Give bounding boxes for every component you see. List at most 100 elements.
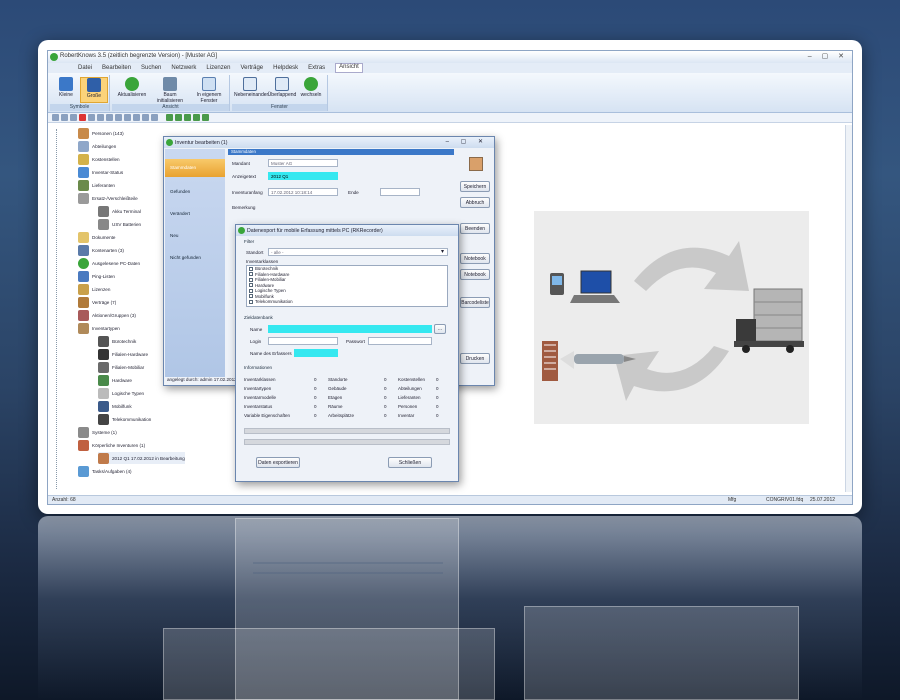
nav-neu[interactable]: Neu (165, 227, 225, 245)
tree-item-abteilungen[interactable]: Abteilungen (78, 140, 116, 152)
barcodeliste-button[interactable]: Barcodeliste (460, 297, 490, 308)
tree-item-ping-listen[interactable]: Ping-Listen (78, 270, 115, 282)
menu-suchen[interactable]: Suchen (141, 65, 161, 73)
tree-item-buerotechnik[interactable]: Bürotechnik (98, 335, 136, 347)
tree-item-usv-batterien[interactable]: USV Batterien (98, 218, 141, 230)
edit-icon[interactable] (70, 114, 77, 121)
checkbox[interactable] (249, 294, 253, 299)
dialog-window-controls[interactable]: – ▢ ✕ (446, 138, 488, 145)
export-button[interactable]: Daten exportieren (256, 457, 300, 468)
copy-icon[interactable] (88, 114, 95, 121)
new-icon[interactable] (52, 114, 59, 121)
abbruch-button[interactable]: Abbruch (460, 197, 490, 208)
erfasser-field[interactable] (294, 349, 338, 357)
tree-item-vertraege[interactable]: Verträge (7) (78, 296, 116, 308)
login-field[interactable] (268, 337, 338, 345)
mandant-field[interactable]: Muster AG (268, 159, 338, 167)
drucken-button[interactable]: Drucken (460, 353, 490, 364)
tree-item-kostenstellen[interactable]: Kostenstellen (78, 153, 120, 165)
tree-item-inventar-status[interactable]: Inventar-Status (78, 166, 123, 178)
checkbox[interactable] (249, 299, 253, 304)
nebeneinander-button[interactable]: Nebeneinander (234, 77, 268, 103)
menu-netzwerk[interactable]: Netzwerk (171, 65, 196, 73)
browse-button[interactable]: ... (434, 324, 446, 334)
search-icon[interactable] (106, 114, 113, 121)
checkbox[interactable] (249, 277, 253, 282)
aktualisieren-button[interactable]: Aktualisieren (114, 77, 150, 103)
notebook-button[interactable]: Notebook (460, 253, 490, 264)
menu-helpdesk[interactable]: Helpdesk (273, 65, 298, 73)
main-scrollbar[interactable] (845, 125, 852, 492)
checkbox[interactable] (249, 288, 253, 293)
tree-item-systeme[interactable]: Systeme (1) (78, 426, 117, 438)
tree-item-hardware[interactable]: Hardware (98, 374, 132, 386)
tree-item-filialen-mobiliar[interactable]: Filialen-Mobiliar (98, 361, 144, 373)
tree-item-tasks[interactable]: Tasks/Aufgaben (4) (78, 465, 132, 477)
menu-datei[interactable]: Datei (78, 65, 92, 73)
tree-item-pc-daten[interactable]: Ausgelesene PC-Daten (78, 257, 140, 269)
filter-icon[interactable] (115, 114, 122, 121)
ende-field[interactable] (380, 188, 420, 196)
chevron-down-icon[interactable]: ▾ (441, 248, 444, 255)
standort-select[interactable]: - alle - (268, 248, 448, 256)
ueberlappend-button[interactable]: Überlappend (267, 77, 297, 103)
class-item[interactable]: Telekommunikation (247, 299, 447, 305)
tree-item-lizenzen[interactable]: Lizenzen (78, 283, 110, 295)
checkbox[interactable] (249, 283, 253, 288)
tree-item-lieferanten[interactable]: Lieferanten (78, 179, 115, 191)
tree-item-aktionen[interactable]: Aktionen/Gruppen (3) (78, 309, 136, 321)
settings-icon[interactable] (151, 114, 158, 121)
checkbox[interactable] (249, 272, 253, 277)
nav-gefunden[interactable]: Gefunden (165, 183, 225, 201)
tree-item-logische-typen[interactable]: Logische Typen (98, 387, 144, 399)
scan-icon[interactable] (175, 114, 182, 121)
menu-vertraege[interactable]: Verträge (240, 65, 263, 73)
tree-item-kontenarten[interactable]: Kontenarten (3) (78, 244, 124, 256)
notebook-button-2[interactable]: Notebook (460, 269, 490, 280)
print-icon[interactable] (124, 114, 131, 121)
kleine-button[interactable]: Kleine (52, 77, 80, 103)
paste-icon[interactable] (97, 114, 104, 121)
menu-ansicht[interactable]: Ansicht (335, 63, 363, 73)
wechseln-button[interactable]: wechseln (298, 77, 324, 103)
help-icon[interactable] (202, 114, 209, 121)
nav-nicht-gefunden[interactable]: Nicht gefunden (165, 249, 225, 267)
tree-item-ersatzteile[interactable]: Ersatz-/Verschleißteile (78, 192, 138, 204)
tree-item-filialen-hardware[interactable]: Filialen-Hardware (98, 348, 148, 360)
tree-item-akku-terminal[interactable]: Akku Terminal (98, 205, 141, 217)
open-icon[interactable] (61, 114, 68, 121)
baum-init-button[interactable]: Baum initialisieren (152, 77, 188, 104)
network-icon[interactable] (166, 114, 173, 121)
report-icon[interactable] (193, 114, 200, 121)
window-controls[interactable]: – ▢ ✕ (808, 52, 848, 60)
info-value: 0 (314, 377, 317, 382)
nav-stammdaten[interactable]: Stammdaten (165, 159, 225, 177)
anzeigetext-field[interactable]: 2012 Q1 (268, 172, 338, 180)
import-icon[interactable] (142, 114, 149, 121)
menu-bearbeiten[interactable]: Bearbeiten (102, 65, 131, 73)
tree-item-dokumente[interactable]: Dokumente (78, 231, 116, 243)
tree-item-telekommunikation[interactable]: Telekommunikation (98, 413, 151, 425)
beenden-button[interactable]: Beenden (460, 223, 490, 234)
eigenes-fenster-button[interactable]: In eigenem Fenster (190, 77, 228, 104)
close-button[interactable]: Schließen (388, 457, 432, 468)
export-icon[interactable] (133, 114, 140, 121)
sync-icon[interactable] (184, 114, 191, 121)
name-field[interactable] (268, 325, 432, 333)
tree-item-mobilfunk[interactable]: Mobilfunk (98, 400, 132, 412)
tree-item-inventartypen[interactable]: Inventartypen (78, 322, 120, 334)
grosse-button[interactable]: Große (80, 77, 108, 103)
nav-veraendert[interactable]: Verändert (165, 205, 225, 223)
speichern-button[interactable]: Speichern (460, 181, 490, 192)
inventory-image-icon[interactable] (469, 157, 483, 171)
tree-item-inventuren[interactable]: Körperliche Inventuren (1) (78, 439, 145, 451)
inventarklassen-list[interactable]: Bürotechnik Filialen-Hardware Filialen-M… (246, 265, 448, 307)
tree-item-personen[interactable]: Personen (143) (78, 127, 124, 139)
menu-lizenzen[interactable]: Lizenzen (206, 65, 230, 73)
delete-icon[interactable] (79, 114, 86, 121)
tree-item-inventur-2012[interactable]: 2012 Q1 17.02.2012 in Bearbeitung (98, 452, 185, 464)
checkbox[interactable] (249, 266, 253, 271)
passwort-field[interactable] (368, 337, 432, 345)
inventuranfang-field[interactable]: 17.02.2012 10:18:14 (268, 188, 338, 196)
menu-extras[interactable]: Extras (308, 65, 325, 73)
